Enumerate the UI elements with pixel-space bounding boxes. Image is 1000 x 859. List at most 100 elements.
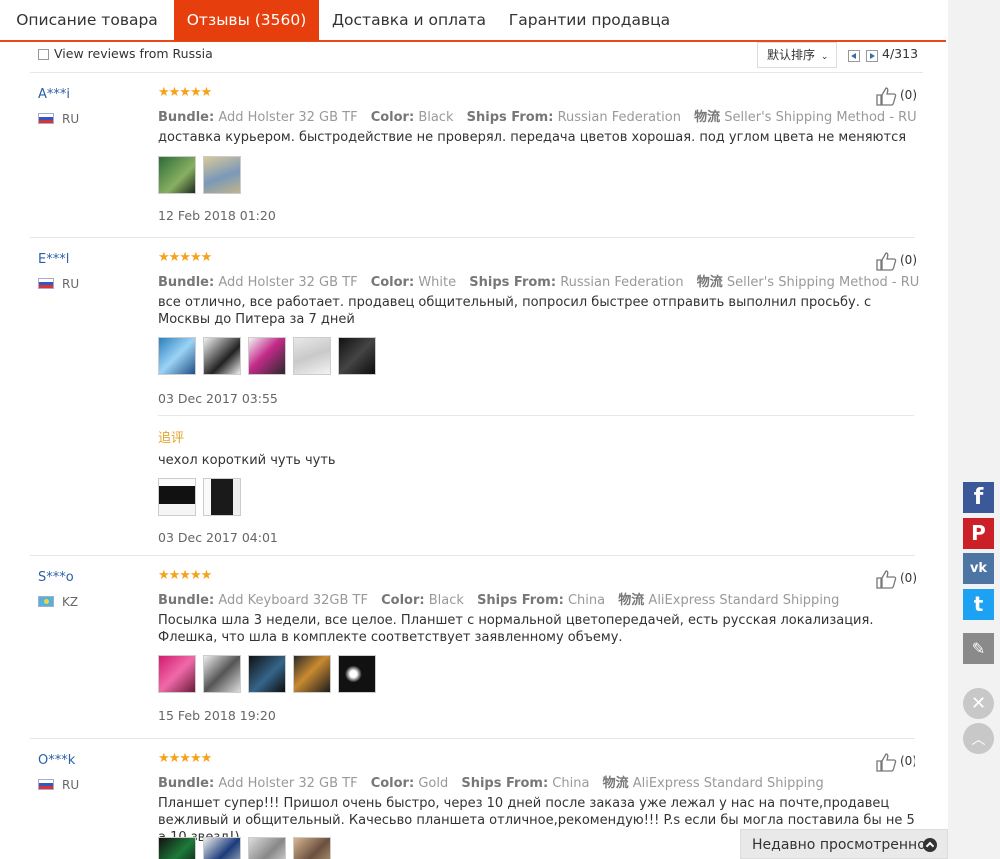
photo-thumbnail[interactable]: [203, 156, 241, 194]
sort-dropdown[interactable]: 默认排序 ⌄: [757, 42, 837, 68]
logistics-label: 物流: [602, 776, 629, 791]
photo-thumbnail[interactable]: [293, 337, 331, 375]
thumbs-up-icon[interactable]: [875, 569, 897, 589]
vk-share-button[interactable]: vk: [963, 553, 994, 584]
sort-label: 默认排序: [767, 48, 816, 62]
order-info: Bundle: Add Holster 32 GB TF Color: Whit…: [158, 271, 919, 290]
close-button[interactable]: ✕: [963, 688, 994, 719]
ships-from-label: Ships From:: [469, 275, 557, 290]
photo-thumbnail[interactable]: [158, 655, 196, 693]
close-icon: ✕: [970, 693, 987, 714]
logistics-label: 物流: [618, 593, 645, 608]
scroll-top-button[interactable]: ︿: [963, 723, 994, 754]
ships-from-value: China: [567, 593, 606, 608]
color-value: Black: [418, 110, 454, 125]
bundle-label: Bundle:: [158, 275, 215, 290]
thumbs-up-icon[interactable]: [875, 752, 897, 772]
reviewer-country: RU: [62, 277, 80, 291]
photo-thumbnail[interactable]: [158, 156, 196, 194]
bundle-value: Add Holster 32 GB TF: [218, 275, 358, 290]
reviewer-name[interactable]: S***o: [38, 570, 74, 585]
twitter-share-button[interactable]: t: [963, 589, 994, 620]
review-filter-bar: View reviews from Russia 默认排序 ⌄ 4/313: [30, 40, 923, 73]
bundle-value: Add Keyboard 32GB TF: [218, 593, 368, 608]
thumbs-up-icon[interactable]: [875, 251, 897, 271]
logistics-value: AliExpress Standard Shipping: [632, 776, 824, 791]
logistics-label: 物流: [694, 110, 721, 125]
bundle-label: Bundle:: [158, 593, 215, 608]
russia-filter-checkbox[interactable]: [38, 49, 49, 60]
page: Описание товара Отзывы (3560) Доставка и…: [0, 0, 948, 859]
photo-thumbnail[interactable]: [338, 655, 376, 693]
order-info: Bundle: Add Holster 32 GB TF Color: Blac…: [158, 106, 917, 125]
recently-viewed-panel[interactable]: Недавно просмотренное: [740, 829, 948, 859]
photo-thumbnail[interactable]: [203, 478, 241, 516]
russia-filter-label[interactable]: View reviews from Russia: [54, 46, 213, 61]
reviewer-country: RU: [62, 778, 80, 792]
photo-thumbnail[interactable]: [248, 837, 286, 859]
color-label: Color:: [381, 593, 425, 608]
photo-thumbnail[interactable]: [158, 478, 196, 516]
logistics-value: Seller's Shipping Method - RU: [724, 110, 917, 125]
star-rating: ★★★★★: [158, 85, 212, 100]
tab-seller-guarantees[interactable]: Гарантии продавца: [502, 0, 677, 40]
pencil-icon: ✎: [971, 639, 986, 658]
chevron-up-icon: ︿: [971, 732, 986, 748]
pinterest-share-button[interactable]: P: [963, 518, 994, 549]
additional-review-text: чехол короткий чуть чуть: [158, 453, 336, 468]
bundle-value: Add Holster 32 GB TF: [218, 776, 358, 791]
reviewer-name[interactable]: E***l: [38, 252, 69, 267]
order-info: Bundle: Add Holster 32 GB TF Color: Gold…: [158, 772, 824, 791]
flag-icon: [38, 278, 54, 289]
reviewer-name[interactable]: O***k: [38, 753, 75, 768]
star-rating: ★★★★★: [158, 250, 212, 265]
photo-thumbnail[interactable]: [293, 837, 331, 859]
color-value: Gold: [418, 776, 449, 791]
bundle-label: Bundle:: [158, 110, 215, 125]
reviewer-country: RU: [62, 112, 80, 126]
arrow-left-icon: [851, 53, 856, 59]
photo-thumbnail[interactable]: [158, 837, 196, 859]
tab-description[interactable]: Описание товара: [10, 0, 164, 40]
additional-review-date: 03 Dec 2017 04:01: [158, 530, 278, 545]
divider: [158, 415, 914, 416]
thumbs-up-icon[interactable]: [875, 86, 897, 106]
logistics-value: Seller's Shipping Method - RU: [726, 275, 920, 290]
reviewer-name[interactable]: A***i: [38, 87, 70, 102]
photo-thumbnail[interactable]: [248, 655, 286, 693]
photo-thumbnail[interactable]: [158, 337, 196, 375]
vk-icon: vk: [969, 561, 988, 576]
ships-from-value: China: [552, 776, 590, 791]
chevron-up-circle-icon: [923, 838, 937, 852]
edit-button[interactable]: ✎: [963, 633, 994, 664]
review-date: 12 Feb 2018 01:20: [158, 208, 276, 223]
photo-thumbnail[interactable]: [203, 837, 241, 859]
review-item: S***o KZ ★★★★★ Bundle: Add Keyboard 32GB…: [30, 557, 917, 739]
star-rating: ★★★★★: [158, 751, 212, 766]
like-count: (0): [900, 754, 915, 768]
facebook-share-button[interactable]: f: [963, 482, 994, 513]
flag-icon: [38, 113, 54, 124]
next-page-button[interactable]: [866, 50, 878, 62]
photo-thumbnail[interactable]: [293, 655, 331, 693]
bundle-value: Add Holster 32 GB TF: [218, 110, 358, 125]
photo-thumbnail[interactable]: [203, 655, 241, 693]
page-indicator: 4/313: [882, 46, 919, 61]
bundle-label: Bundle:: [158, 776, 215, 791]
order-info: Bundle: Add Keyboard 32GB TF Color: Blac…: [158, 589, 839, 608]
like-count: (0): [900, 88, 917, 102]
review-date: 03 Dec 2017 03:55: [158, 391, 278, 406]
color-value: White: [418, 275, 457, 290]
photo-thumbnail[interactable]: [203, 337, 241, 375]
ships-from-label: Ships From:: [461, 776, 549, 791]
prev-page-button[interactable]: [848, 50, 860, 62]
logistics-label: 物流: [696, 275, 723, 290]
ships-from-value: Russian Federation: [560, 275, 684, 290]
photo-thumbnail[interactable]: [338, 337, 376, 375]
chevron-down-icon: ⌄: [820, 52, 829, 62]
tab-delivery[interactable]: Доставка и оплата: [329, 0, 489, 40]
tab-reviews[interactable]: Отзывы (3560): [174, 0, 319, 41]
photo-thumbnail[interactable]: [248, 337, 286, 375]
review-text: Посылка шла 3 недели, все целое. Планшет…: [158, 613, 874, 645]
review-item: E***l RU ★★★★★ Bundle: Add Holster 32 GB…: [30, 239, 919, 556]
